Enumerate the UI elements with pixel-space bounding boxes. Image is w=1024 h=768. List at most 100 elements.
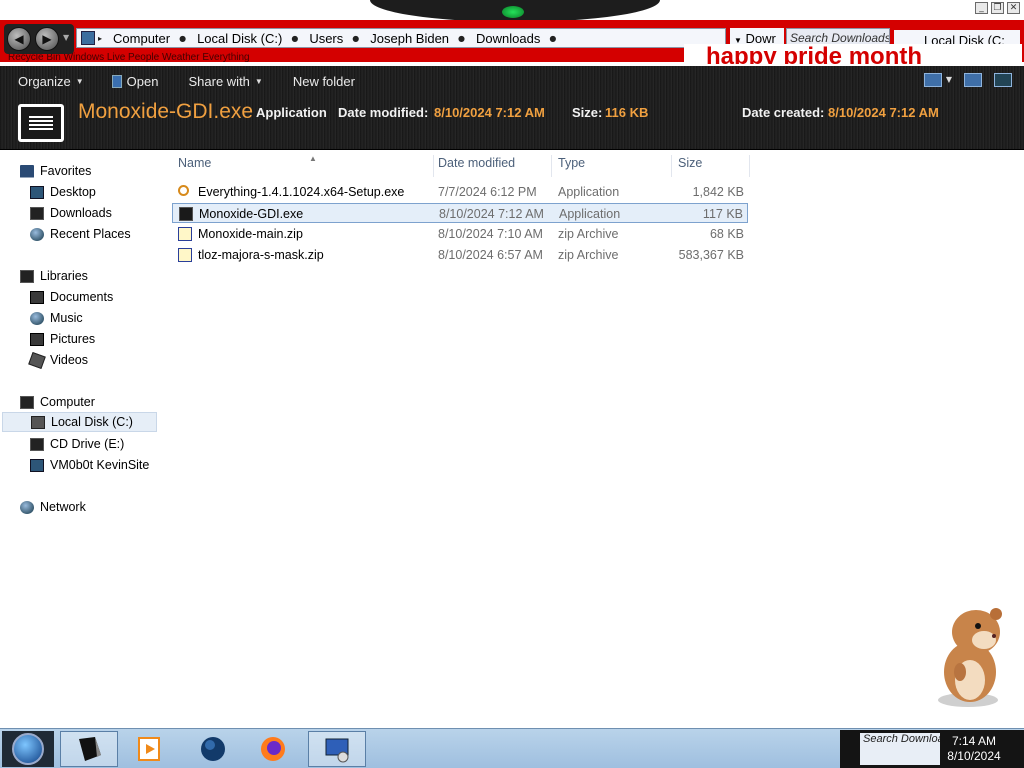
- column-header-date-modified[interactable]: Date modified: [432, 155, 552, 177]
- column-header-type[interactable]: Type: [552, 155, 672, 177]
- breadcrumb-separator-icon[interactable]: ●: [349, 34, 362, 43]
- details-created-value: 8/10/2024 7:12 AM: [828, 105, 939, 120]
- nav-network[interactable]: Network: [20, 497, 86, 517]
- app-icon: [179, 207, 193, 221]
- file-name: Everything-1.4.1.1024.x64-Setup.exe: [198, 185, 405, 199]
- column-type-label: Type: [558, 156, 586, 170]
- help-icon[interactable]: [994, 73, 1012, 87]
- file-row[interactable]: Monoxide-main.zip 8/10/2024 7:10 AM zip …: [172, 224, 748, 244]
- close-button[interactable]: ✕: [1007, 2, 1020, 14]
- file-row-selected[interactable]: Monoxide-GDI.exe 8/10/2024 7:12 AM Appli…: [172, 203, 748, 223]
- breadcrumb-separator-icon[interactable]: ●: [455, 34, 468, 43]
- breadcrumb-joseph-biden[interactable]: Joseph Biden: [362, 31, 455, 46]
- file-size: 583,367 KB: [678, 248, 744, 262]
- preview-pane-icon[interactable]: [964, 73, 982, 87]
- chevron-right-icon[interactable]: ▸: [95, 34, 105, 43]
- taskbar-firefox-button[interactable]: [244, 731, 302, 767]
- nav-libraries-label: Libraries: [40, 269, 88, 283]
- taskbar-explorer-button[interactable]: [60, 731, 118, 767]
- hamster-mascot-icon[interactable]: [926, 600, 1016, 710]
- breadcrumb-separator-icon[interactable]: ●: [288, 34, 301, 43]
- windows-logo-icon: [12, 733, 44, 765]
- remote-desktop-icon: [325, 738, 349, 763]
- nav-favorites-label: Favorites: [40, 164, 92, 178]
- new-folder-button[interactable]: New folder: [293, 74, 355, 89]
- file-row[interactable]: tloz-majora-s-mask.zip 8/10/2024 6:57 AM…: [172, 245, 748, 265]
- nav-cd-drive-label: CD Drive (E:): [50, 437, 125, 451]
- forward-button[interactable]: ▶: [35, 27, 59, 51]
- documents-icon: [30, 290, 44, 304]
- nav-favorites[interactable]: Favorites: [20, 161, 91, 181]
- change-view-icon[interactable]: [923, 73, 942, 87]
- network-drive-icon: [30, 458, 44, 472]
- taskbar-remote-desktop-button[interactable]: [308, 731, 366, 767]
- start-button[interactable]: [2, 731, 54, 767]
- pictures-icon: [30, 332, 44, 346]
- breadcrumb-separator-icon[interactable]: ●: [546, 34, 559, 43]
- nav-desktop[interactable]: Desktop: [30, 182, 96, 202]
- minimize-button[interactable]: _: [975, 2, 988, 14]
- command-bar: Organize ▼ Open Share with ▼ New folder …: [0, 66, 1024, 96]
- chevron-down-icon[interactable]: ▼: [946, 75, 952, 87]
- details-pane: Monoxide-GDI.exe Date modified: 8/10/202…: [18, 100, 1018, 146]
- tray-search-input[interactable]: Search Downloads: [860, 733, 940, 765]
- details-size-value: 116 KB: [605, 105, 649, 120]
- desktop-icon: [30, 185, 44, 199]
- explorer-icon: [79, 737, 101, 761]
- taskbar-globe-button[interactable]: [184, 731, 242, 767]
- application-thumbnail-icon: [18, 104, 64, 142]
- nav-music[interactable]: Music: [30, 308, 83, 328]
- search-icon: [178, 185, 189, 196]
- details-modified-value: 8/10/2024 7:12 AM: [434, 105, 545, 120]
- nav-network-drive-label: VM0b0t KevinSite: [50, 458, 150, 472]
- nav-downloads[interactable]: Downloads: [30, 203, 112, 223]
- history-dropdown-icon[interactable]: ▼: [63, 33, 69, 42]
- file-list: ▲ Name Date modified Type Size Everythin…: [160, 151, 1024, 727]
- file-type: zip Archive: [558, 227, 619, 241]
- organize-button[interactable]: Organize ▼: [18, 74, 84, 89]
- address-bar[interactable]: ▸ Computer ● Local Disk (C:) ● Users ● J…: [76, 28, 726, 48]
- nav-computer[interactable]: Computer: [20, 392, 95, 412]
- taskbar-media-player-button[interactable]: [120, 731, 178, 767]
- file-name: tloz-majora-s-mask.zip: [198, 248, 324, 262]
- breadcrumb-local-disk[interactable]: Local Disk (C:): [189, 31, 288, 46]
- open-button[interactable]: Open: [111, 73, 159, 89]
- nav-documents[interactable]: Documents: [30, 287, 113, 307]
- music-icon: [30, 311, 44, 325]
- details-kind: Application: [256, 105, 327, 120]
- breadcrumb-computer[interactable]: Computer: [105, 31, 176, 46]
- open-label: Open: [126, 73, 159, 89]
- back-button[interactable]: ◀: [7, 27, 31, 51]
- breadcrumb-downloads[interactable]: Downloads: [468, 31, 546, 46]
- window-controls: _ ❐ ✕: [975, 2, 1020, 14]
- libraries-icon: [20, 269, 34, 283]
- file-size: 1,842 KB: [692, 185, 744, 199]
- sort-ascending-icon: ▲: [309, 154, 317, 163]
- file-date: 7/7/2024 6:12 PM: [438, 185, 537, 199]
- downloads-folder-icon: [30, 206, 44, 220]
- breadcrumb-users[interactable]: Users: [301, 31, 349, 46]
- share-with-button[interactable]: Share with ▼: [188, 74, 262, 89]
- column-header-size[interactable]: Size: [672, 155, 750, 177]
- share-with-label: Share with: [188, 73, 250, 89]
- column-header-name[interactable]: ▲ Name: [172, 154, 434, 177]
- nav-pictures[interactable]: Pictures: [30, 329, 95, 349]
- organize-label: Organize: [18, 73, 71, 89]
- clock[interactable]: 7:14 AM 8/10/2024: [934, 734, 1014, 764]
- details-created-label: Date created:: [742, 105, 825, 120]
- clock-date: 8/10/2024: [947, 749, 1001, 763]
- nav-network-drive[interactable]: VM0b0t KevinSite: [30, 455, 149, 475]
- nav-cd-drive[interactable]: CD Drive (E:): [30, 434, 124, 454]
- nav-videos[interactable]: Videos: [28, 350, 88, 370]
- maximize-button[interactable]: ❐: [991, 2, 1004, 14]
- breadcrumb-separator-icon[interactable]: ●: [176, 34, 189, 43]
- nav-recent-places[interactable]: Recent Places: [30, 224, 131, 244]
- nav-local-disk[interactable]: Local Disk (C:): [2, 412, 157, 432]
- file-row[interactable]: Everything-1.4.1.1024.x64-Setup.exe 7/7/…: [172, 182, 748, 202]
- file-type: Application: [558, 185, 620, 199]
- nav-libraries[interactable]: Libraries: [20, 266, 88, 286]
- navigation-pane: Favorites Desktop Downloads Recent Place…: [0, 151, 160, 727]
- firefox-icon: [261, 737, 285, 761]
- column-name-label: Name: [178, 156, 212, 170]
- system-tray: Search Downloads 7:14 AM 8/10/2024: [840, 730, 1024, 768]
